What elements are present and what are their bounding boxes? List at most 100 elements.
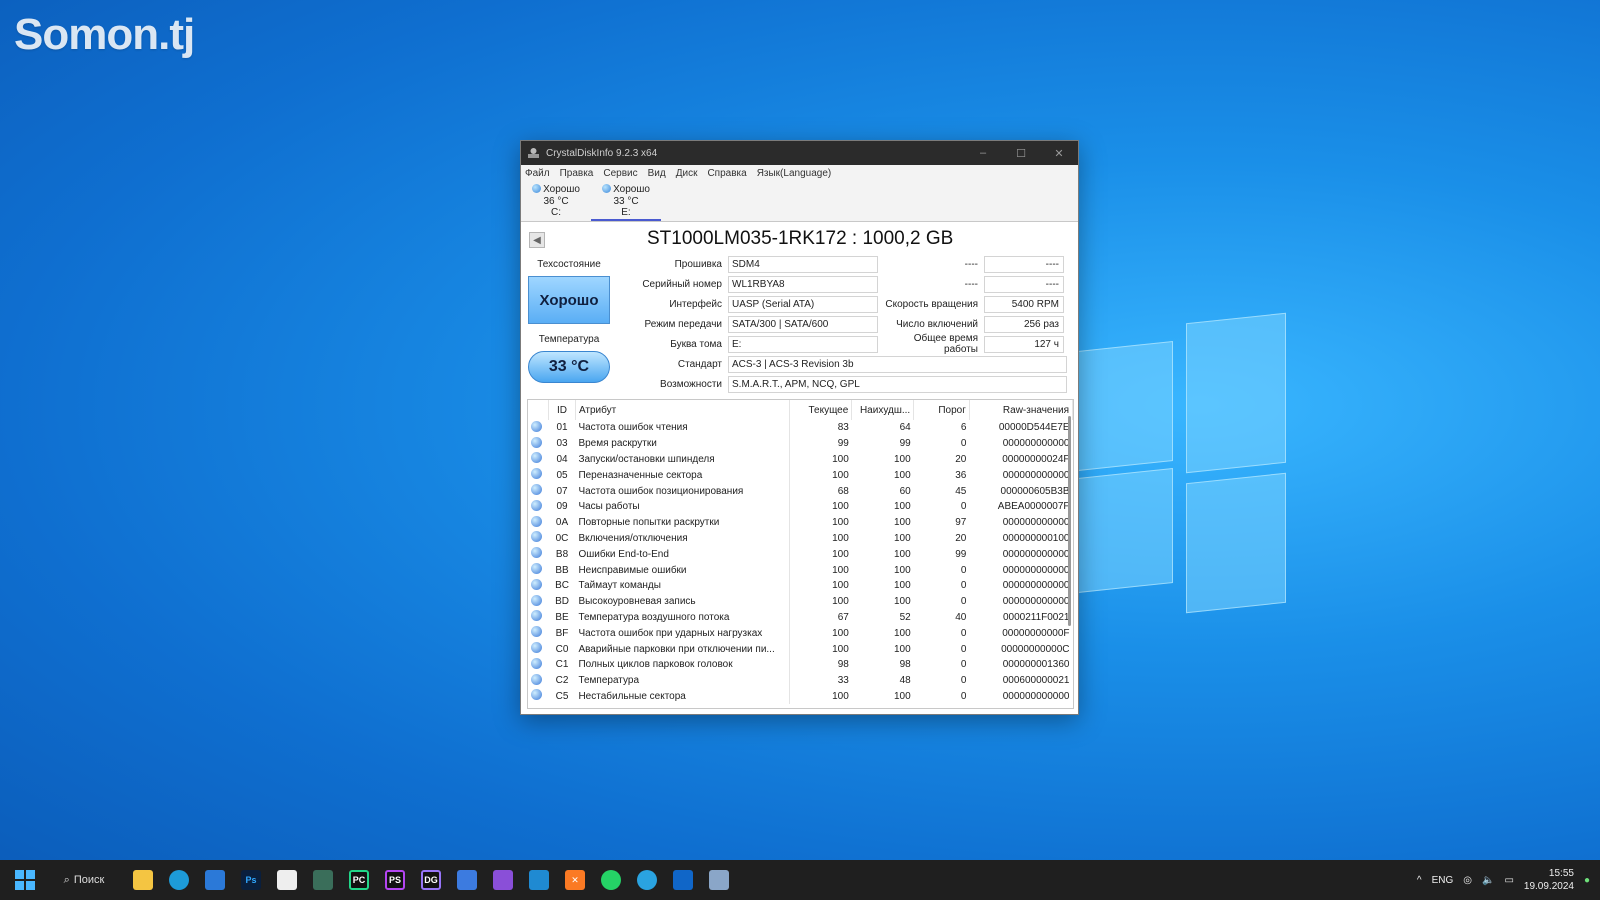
visual-studio-button[interactable] — [488, 865, 518, 895]
header-attribute[interactable]: Атрибут — [575, 400, 791, 420]
disk-tab-e[interactable]: Хорошо 33 °C E: — [591, 182, 661, 221]
volume-muted-icon[interactable]: 🔈 — [1482, 875, 1494, 886]
smart-current: 100 — [832, 532, 849, 544]
datagrip-button[interactable]: DG — [416, 865, 446, 895]
menu-help[interactable]: Справка — [707, 168, 746, 179]
header-id[interactable]: ID — [548, 400, 576, 420]
smart-id: 05 — [556, 469, 568, 481]
file-explorer-button[interactable] — [128, 865, 158, 895]
standard-label: Стандарт — [677, 358, 722, 370]
smart-worst: 100 — [894, 627, 911, 639]
health-status-icon — [531, 594, 542, 606]
smart-row[interactable]: C2 Температура 33 48 0 000600000021 — [528, 672, 1073, 689]
smart-row[interactable]: BE Температура воздушного потока 67 52 40 000… — [528, 609, 1073, 626]
smart-row[interactable]: BD Высокоуровневая запись 100 100 0 000000000… — [528, 593, 1073, 610]
temperature-button[interactable]: 33 °C — [528, 351, 610, 383]
taskbar-search[interactable]: ⌕ Поиск — [49, 866, 119, 894]
smart-row[interactable]: 04 Запуски/остановки шпинделя 100 100 20 0000… — [528, 451, 1073, 468]
health-status-icon — [531, 626, 542, 638]
capcut-button[interactable] — [272, 865, 302, 895]
battery-icon[interactable]: ▭ — [1504, 875, 1513, 886]
title-bar[interactable]: CrystalDiskInfo 9.2.3 x64 – ☐ ✕ — [521, 141, 1078, 165]
health-status-button[interactable]: Хорошо — [528, 276, 610, 324]
crystaldiskinfo-window: CrystalDiskInfo 9.2.3 x64 – ☐ ✕ Файл Пра… — [520, 140, 1079, 715]
outlook-button[interactable] — [668, 865, 698, 895]
header-raw[interactable]: Raw-значения — [969, 400, 1073, 420]
menu-view[interactable]: Вид — [648, 168, 666, 179]
notification-bell-icon[interactable]: ● — [1584, 875, 1590, 886]
smart-id: 07 — [556, 485, 568, 497]
smart-attribute: Время раскрутки — [575, 435, 791, 452]
smart-row[interactable]: BB Неисправимые ошибки 100 100 0 000000000000 — [528, 562, 1073, 578]
maximize-button[interactable]: ☐ — [1002, 141, 1040, 165]
edge-button[interactable] — [164, 865, 194, 895]
smart-worst: 100 — [894, 548, 911, 560]
store-button[interactable] — [200, 865, 230, 895]
smart-row[interactable]: C1 Полных циклов парковок головок 98 98 0 000… — [528, 656, 1073, 673]
smart-worst: 100 — [894, 580, 911, 592]
smart-id: 09 — [556, 501, 568, 513]
header-threshold[interactable]: Порог — [913, 400, 970, 420]
disk-tab-letter: E: — [621, 207, 631, 218]
smart-attribute: Ошибки End-to-End — [575, 546, 791, 563]
vscode-button[interactable] — [524, 865, 554, 895]
close-button[interactable]: ✕ — [1040, 141, 1078, 165]
header-worst[interactable]: Наихудш... — [851, 400, 915, 420]
smart-row[interactable]: C5 Нестабильные сектора 100 100 0 00000000000… — [528, 688, 1073, 705]
xampp-button[interactable]: ✕ — [560, 865, 590, 895]
smart-row[interactable]: 0C Включения/отключения 100 100 20 0000000001… — [528, 530, 1073, 547]
network-icon[interactable]: ◎ — [1463, 875, 1472, 886]
smart-current: 100 — [832, 580, 849, 592]
smart-row[interactable]: 01 Частота ошибок чтения 83 64 6 00000D544E7E — [528, 420, 1073, 436]
smart-threshold: 6 — [960, 422, 967, 434]
smart-row[interactable]: 03 Время раскрутки 99 99 0 000000000000 — [528, 435, 1073, 452]
language-indicator[interactable]: ENG — [1432, 875, 1454, 886]
phpstorm-button[interactable]: PS — [380, 865, 410, 895]
app-icon — [528, 148, 539, 158]
menu-file[interactable]: Файл — [525, 168, 550, 179]
previous-disk-button[interactable]: ◀ — [529, 232, 545, 248]
disk-tab-c[interactable]: Хорошо 36 °C C: — [521, 182, 591, 221]
menu-language[interactable]: Язык(Language) — [757, 168, 832, 179]
start-button[interactable] — [10, 865, 40, 895]
menu-disk[interactable]: Диск — [676, 168, 698, 179]
whatsapp-button[interactable] — [596, 865, 626, 895]
header-current[interactable]: Текущее — [789, 400, 853, 420]
smart-current: 100 — [832, 501, 849, 513]
pycharm-button[interactable]: PC — [344, 865, 374, 895]
smart-row[interactable]: 07 Частота ошибок позиционирования 68 60 45 0… — [528, 483, 1073, 499]
android-studio-button[interactable] — [452, 865, 482, 895]
telegram-button[interactable] — [632, 865, 662, 895]
smart-row[interactable]: BF Частота ошибок при ударных нагрузках 10… — [528, 625, 1073, 642]
smart-worst: 64 — [899, 422, 911, 434]
tray-overflow-chevron[interactable]: ^ — [1417, 875, 1422, 886]
status-cell — [528, 546, 549, 562]
smart-raw: 000000000000 — [1002, 596, 1070, 608]
smart-row[interactable]: 09 Часы работы 100 100 0 ABEA0000007F — [528, 498, 1073, 515]
smart-worst: 100 — [894, 517, 911, 529]
header-status[interactable] — [528, 400, 550, 420]
clock[interactable]: 15:55 19.09.2024 — [1524, 867, 1574, 893]
smart-threshold: 40 — [955, 611, 967, 623]
smart-worst: 100 — [894, 564, 911, 576]
smart-raw: 000000000000 — [1002, 690, 1070, 702]
smart-row[interactable]: 05 Переназначенные сектора 100 100 36 0000000… — [528, 467, 1073, 484]
minimize-button[interactable]: – — [964, 141, 1002, 165]
menu-edit[interactable]: Правка — [560, 168, 594, 179]
smart-row[interactable]: C0 Аварийные парковки при отключении пи..… — [528, 641, 1073, 657]
smart-raw: 0000211F0021 — [1002, 611, 1070, 623]
smart-id: B8 — [555, 548, 569, 560]
photoshop-button[interactable]: Ps — [236, 865, 266, 895]
smart-row[interactable]: BC Таймаут команды 100 100 0 000000000000 — [528, 577, 1073, 594]
table-scrollbar[interactable] — [1068, 416, 1071, 626]
smart-current: 100 — [832, 690, 849, 702]
menu-service[interactable]: Сервис — [603, 168, 637, 179]
smart-row[interactable]: 0A Повторные попытки раскрутки 100 100 97 000… — [528, 514, 1073, 531]
firmware-label: Прошивка — [674, 258, 722, 270]
smart-row[interactable]: B8 Ошибки End-to-End 100 100 99 000000000000 — [528, 546, 1073, 563]
terminal-button[interactable] — [308, 865, 338, 895]
crystaldiskinfo-taskbar-button[interactable] — [704, 865, 734, 895]
smart-attributes-table[interactable]: ID Атрибут Текущее Наихудш... Порог Raw-… — [527, 399, 1074, 709]
status-cell — [528, 483, 549, 499]
smart-attribute: Температура воздушного потока — [575, 609, 791, 626]
